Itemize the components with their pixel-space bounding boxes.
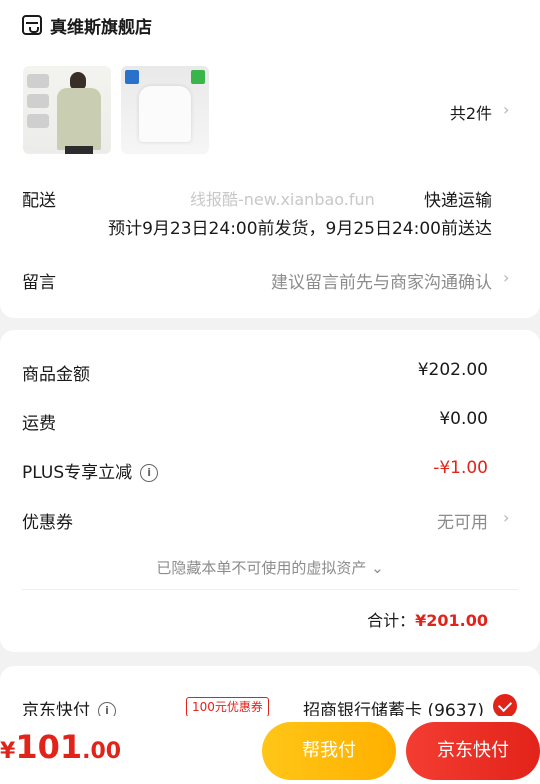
help-pay-button[interactable]: 帮我付 xyxy=(262,722,396,780)
pay-amount: ¥101.00 xyxy=(0,728,121,766)
plus-discount-value: -¥1.00 xyxy=(433,458,488,478)
badge-icon xyxy=(191,70,205,84)
coupon-value[interactable]: 无可用 xyxy=(437,508,488,533)
delivery-method[interactable]: 快递运输 xyxy=(424,186,492,211)
jacket-image xyxy=(57,88,101,150)
delivery-estimate: 预计9月23日24:00前发货，9月25日24:00前送达 xyxy=(108,219,492,239)
jd-pay-button[interactable]: 京东快付 xyxy=(406,722,540,780)
shipping-label: 运费 xyxy=(22,414,56,434)
badge-icon xyxy=(125,70,139,84)
shipping-value: ¥0.00 xyxy=(439,409,488,429)
store-card: 真维斯旗舰店 共2件 › 配送 线报酷-new.xianbao.fun 快递运输… xyxy=(0,0,540,318)
watermark: 线报酷-new.xianbao.fun xyxy=(190,190,375,209)
coupon-tag: 100元优惠券 xyxy=(186,697,269,717)
product-thumbnail-sweater[interactable] xyxy=(121,66,209,154)
message-field[interactable]: 建议留言前先与商家沟通确认 xyxy=(271,268,492,293)
price-symbol: ¥ xyxy=(0,739,16,764)
goods-amount-label: 商品金额 xyxy=(22,365,90,385)
sweater-image xyxy=(139,86,191,142)
color-swatch xyxy=(27,74,49,88)
plus-discount-row: PLUS专享立减 i xyxy=(22,458,159,483)
color-swatch xyxy=(27,114,49,128)
total-label: 合计： xyxy=(367,611,416,630)
hidden-assets-text: 已隐藏本单不可使用的虚拟资产 xyxy=(156,559,367,577)
price-decimal: .00 xyxy=(82,739,122,764)
chevron-right-icon[interactable]: › xyxy=(503,268,509,287)
total-row: 合计：¥201.00 xyxy=(367,607,488,631)
total-value: ¥201.00 xyxy=(415,611,488,630)
coupon-label: 优惠券 xyxy=(22,513,73,533)
hidden-assets-toggle[interactable]: 已隐藏本单不可使用的虚拟资产 ⌄ xyxy=(0,557,540,578)
divider xyxy=(22,589,518,590)
goods-amount-value: ¥202.00 xyxy=(417,360,488,380)
color-swatch xyxy=(27,94,49,108)
chevron-down-icon: ⌄ xyxy=(371,559,384,577)
info-icon[interactable]: i xyxy=(140,464,159,482)
model-legs xyxy=(65,146,93,154)
price-integer: 101 xyxy=(15,728,83,766)
chevron-right-icon[interactable]: › xyxy=(503,100,509,119)
chevron-right-icon[interactable]: › xyxy=(503,508,509,527)
plus-discount-label: PLUS专享立减 xyxy=(22,463,133,483)
product-thumbnail-jacket[interactable] xyxy=(23,66,111,154)
store-name: 真维斯旗舰店 xyxy=(50,17,152,38)
store-header[interactable]: 真维斯旗舰店 xyxy=(22,12,152,38)
item-count[interactable]: 共2件 xyxy=(450,100,492,124)
delivery-label: 配送 xyxy=(22,191,56,211)
message-label: 留言 xyxy=(22,273,56,293)
store-icon xyxy=(22,15,42,35)
check-icon[interactable] xyxy=(493,694,517,718)
